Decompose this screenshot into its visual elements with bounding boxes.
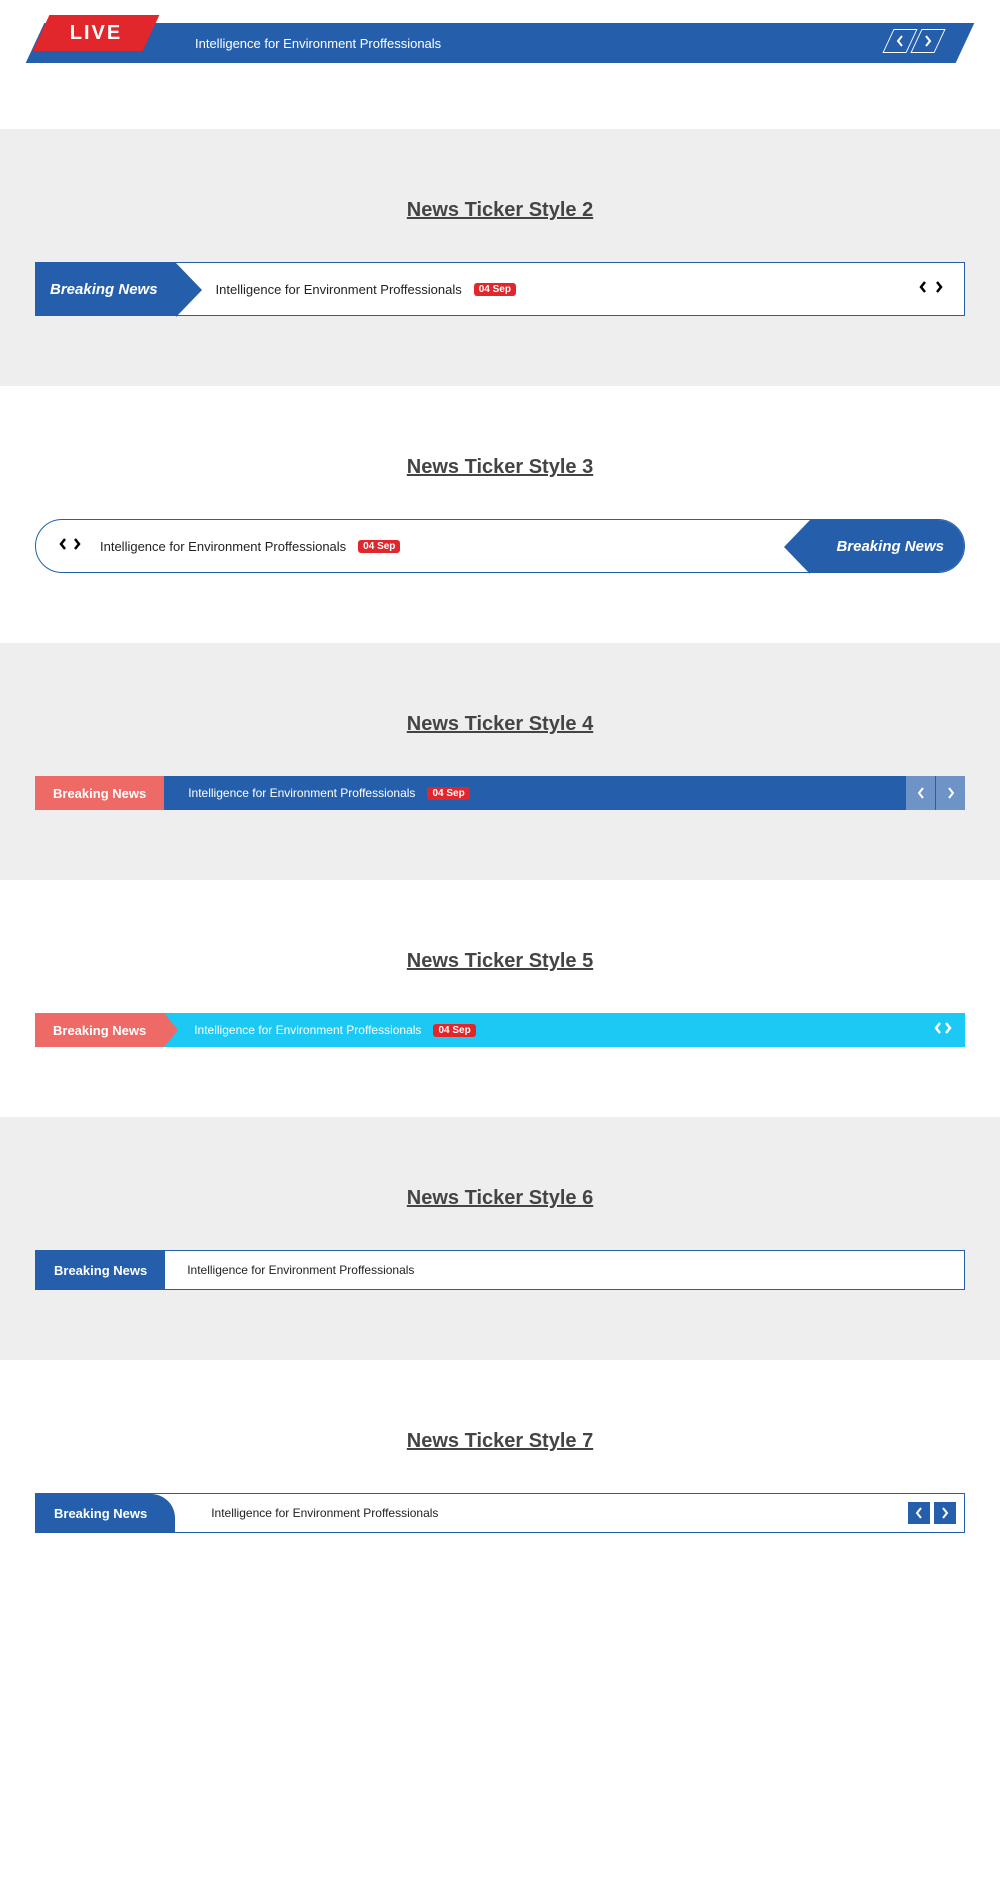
chevron-left-icon <box>58 538 68 550</box>
ticker-2-text[interactable]: Intelligence for Environment Proffession… <box>216 282 516 297</box>
ticker-5-label: Breaking News <box>35 1013 164 1047</box>
heading-ticker-7: News Ticker Style 7 <box>35 1430 965 1453</box>
ticker-7: Breaking News Intelligence for Environme… <box>35 1493 965 1533</box>
chevron-right-icon <box>923 35 933 47</box>
chevron-left-icon <box>918 281 928 293</box>
ticker-2-headline: Intelligence for Environment Proffession… <box>216 282 462 297</box>
ticker-2-date: 04 Sep <box>474 283 516 296</box>
prev-button[interactable] <box>905 776 935 810</box>
prev-button[interactable] <box>58 537 68 555</box>
next-button[interactable] <box>932 278 946 300</box>
ticker-3: Intelligence for Environment Proffession… <box>35 519 965 573</box>
ticker-5-navs <box>933 1021 953 1039</box>
ticker-6-text[interactable]: Intelligence for Environment Proffession… <box>187 1263 414 1277</box>
ticker-4: Breaking News Intelligence for Environme… <box>35 776 965 810</box>
section-ticker-6: News Ticker Style 6 Breaking News Intell… <box>0 1117 1000 1360</box>
ticker-6: Breaking News Intelligence for Environme… <box>35 1250 965 1290</box>
section-ticker-7: News Ticker Style 7 Breaking News Intell… <box>0 1360 1000 1603</box>
section-ticker-4: News Ticker Style 4 Breaking News Intell… <box>0 643 1000 880</box>
prev-button[interactable] <box>933 1021 943 1039</box>
ticker-1-navs <box>888 29 940 53</box>
ticker-style-1: LIVE Intelligence for Environment Proffe… <box>0 0 1000 129</box>
live-label: LIVE <box>70 22 122 45</box>
ticker-3-navs <box>58 537 82 555</box>
chevron-right-icon <box>934 281 944 293</box>
heading-ticker-2: News Ticker Style 2 <box>35 199 965 222</box>
heading-ticker-6: News Ticker Style 6 <box>35 1187 965 1210</box>
chevron-left-icon <box>914 1507 924 1519</box>
section-ticker-5: News Ticker Style 5 Breaking News Intell… <box>0 880 1000 1117</box>
ticker-3-headline: Intelligence for Environment Proffession… <box>100 539 346 554</box>
ticker-4-navs <box>905 776 965 810</box>
ticker-1-text[interactable]: Intelligence for Environment Proffession… <box>195 23 441 63</box>
next-button[interactable] <box>72 537 82 555</box>
ticker-5-headline: Intelligence for Environment Proffession… <box>194 1023 421 1037</box>
ticker-2: Breaking News Intelligence for Environme… <box>35 262 965 316</box>
prev-button[interactable] <box>916 278 930 300</box>
chevron-left-icon <box>916 787 926 799</box>
ticker-7-navs <box>908 1502 956 1524</box>
chevron-right-icon <box>943 1022 953 1034</box>
ticker-2-label: Breaking News <box>36 263 176 315</box>
ticker-5-text[interactable]: Intelligence for Environment Proffession… <box>194 1023 475 1037</box>
next-button[interactable] <box>943 1021 953 1039</box>
ticker-4-headline: Intelligence for Environment Proffession… <box>188 786 415 800</box>
ticker-7-label: Breaking News <box>36 1494 175 1532</box>
prev-button[interactable] <box>908 1502 930 1524</box>
live-badge: LIVE <box>33 15 160 51</box>
chevron-left-icon <box>933 1022 943 1034</box>
ticker-4-text[interactable]: Intelligence for Environment Proffession… <box>188 786 469 800</box>
ticker-7-text[interactable]: Intelligence for Environment Proffession… <box>211 1506 438 1520</box>
heading-ticker-5: News Ticker Style 5 <box>35 950 965 973</box>
ticker-5-date: 04 Sep <box>433 1024 475 1037</box>
ticker-1-bg <box>26 23 975 63</box>
ticker-6-label: Breaking News <box>36 1251 165 1289</box>
ticker-2-navs <box>916 278 946 300</box>
ticker-4-label: Breaking News <box>35 776 164 810</box>
section-ticker-2: News Ticker Style 2 Breaking News Intell… <box>0 129 1000 386</box>
chevron-right-icon <box>940 1507 950 1519</box>
chevron-right-icon <box>72 538 82 550</box>
ticker-1-bar: LIVE Intelligence for Environment Proffe… <box>35 15 965 59</box>
chevron-right-icon <box>946 787 956 799</box>
ticker-3-text[interactable]: Intelligence for Environment Proffession… <box>100 539 400 554</box>
next-button[interactable] <box>935 776 965 810</box>
next-button[interactable] <box>934 1502 956 1524</box>
heading-ticker-3: News Ticker Style 3 <box>35 456 965 479</box>
section-ticker-3: News Ticker Style 3 Intelligence for Env… <box>0 386 1000 643</box>
ticker-4-date: 04 Sep <box>427 787 469 800</box>
heading-ticker-4: News Ticker Style 4 <box>35 713 965 736</box>
ticker-3-date: 04 Sep <box>358 540 400 553</box>
ticker-3-label: Breaking News <box>810 520 964 572</box>
chevron-left-icon <box>895 35 905 47</box>
ticker-5: Breaking News Intelligence for Environme… <box>35 1013 965 1047</box>
